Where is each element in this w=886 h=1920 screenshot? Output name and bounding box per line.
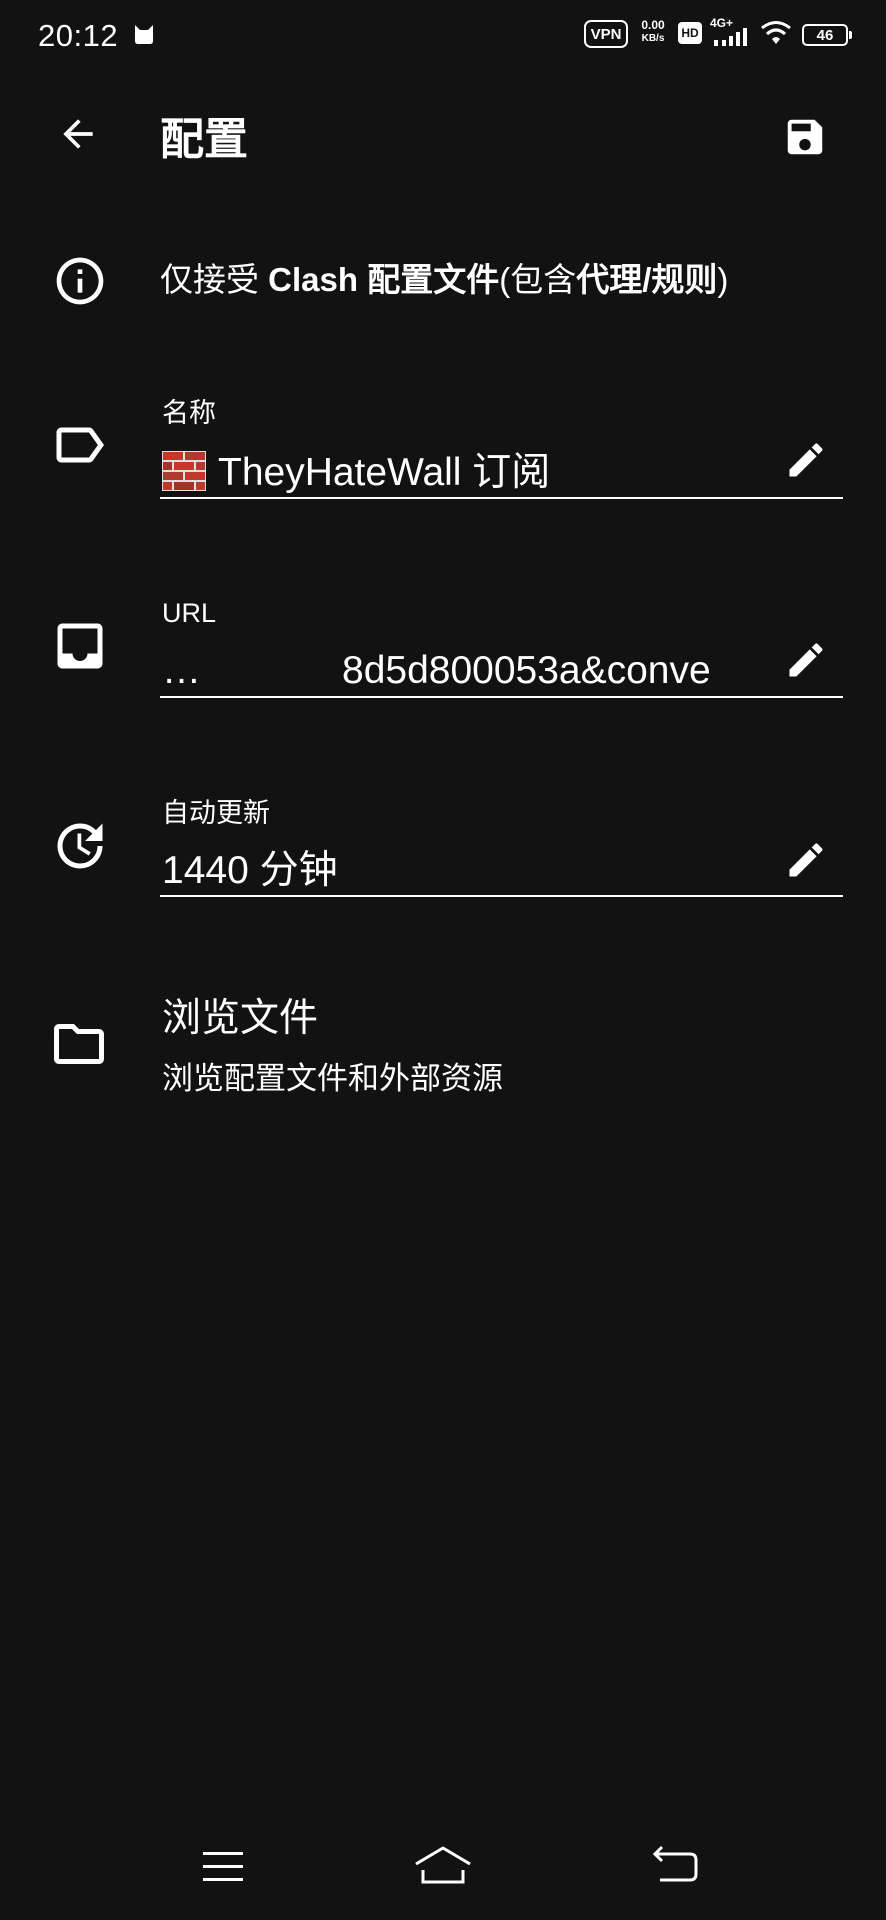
cell-signal-icon bbox=[714, 28, 747, 46]
back-nav-icon[interactable] bbox=[646, 1842, 706, 1892]
brick-icon bbox=[162, 451, 206, 491]
url-underline bbox=[160, 696, 843, 698]
wifi-icon bbox=[761, 21, 791, 44]
cat-notification-icon bbox=[135, 25, 153, 44]
info-message: 仅接受 Clash 配置文件(包含代理/规则) bbox=[160, 259, 728, 301]
network-speed: 0.00 KB/s bbox=[636, 18, 670, 46]
info-clash-config: Clash 配置文件 bbox=[268, 261, 500, 298]
info-proxy: 代理 bbox=[576, 261, 643, 298]
hd-badge: HD bbox=[678, 22, 702, 44]
info-slash: / bbox=[642, 261, 652, 298]
page-title: 配置 bbox=[160, 115, 248, 164]
name-value: TheyHateWall 订阅 bbox=[218, 451, 551, 494]
label-icon bbox=[56, 427, 104, 463]
url-field[interactable]: 8d5d800053a&conve bbox=[342, 646, 772, 696]
url-label: URL bbox=[162, 598, 217, 628]
info-rules: 规则 bbox=[651, 261, 718, 298]
battery-level: 46 bbox=[816, 26, 834, 44]
info-prefix: 仅接受 bbox=[160, 261, 269, 298]
name-field[interactable]: TheyHateWall 订阅 bbox=[162, 448, 772, 498]
info-icon bbox=[56, 257, 104, 305]
network-speed-value: 0.00 bbox=[641, 18, 665, 32]
edit-url-pencil-icon[interactable] bbox=[784, 638, 828, 682]
name-label: 名称 bbox=[162, 398, 216, 428]
browse-files-title: 浏览文件 bbox=[162, 997, 319, 1040]
back-button[interactable] bbox=[56, 112, 100, 156]
menu-nav-icon[interactable] bbox=[193, 1842, 253, 1892]
browse-files-subtitle: 浏览配置文件和外部资源 bbox=[162, 1061, 503, 1096]
auto-update-field[interactable]: 1440 分钟 bbox=[162, 846, 772, 896]
auto-update-underline bbox=[160, 895, 843, 897]
save-button[interactable] bbox=[782, 114, 828, 160]
network-speed-unit: KB/s bbox=[641, 33, 665, 44]
battery-indicator: 46 bbox=[802, 24, 848, 46]
vpn-badge: VPN bbox=[584, 20, 628, 48]
home-nav-icon[interactable] bbox=[413, 1840, 473, 1890]
status-time: 20:12 bbox=[38, 18, 119, 53]
folder-icon bbox=[54, 1024, 104, 1064]
info-suffix: ) bbox=[717, 261, 729, 298]
url-ellipsis: … bbox=[162, 649, 201, 692]
history-icon bbox=[57, 823, 103, 869]
inbox-icon bbox=[57, 623, 103, 669]
name-underline bbox=[160, 497, 843, 499]
auto-update-label: 自动更新 bbox=[162, 798, 270, 828]
edit-name-pencil-icon[interactable] bbox=[784, 438, 828, 482]
edit-auto-update-pencil-icon[interactable] bbox=[784, 838, 828, 882]
info-mid: (包含 bbox=[499, 261, 577, 298]
battery-nub bbox=[849, 31, 852, 39]
